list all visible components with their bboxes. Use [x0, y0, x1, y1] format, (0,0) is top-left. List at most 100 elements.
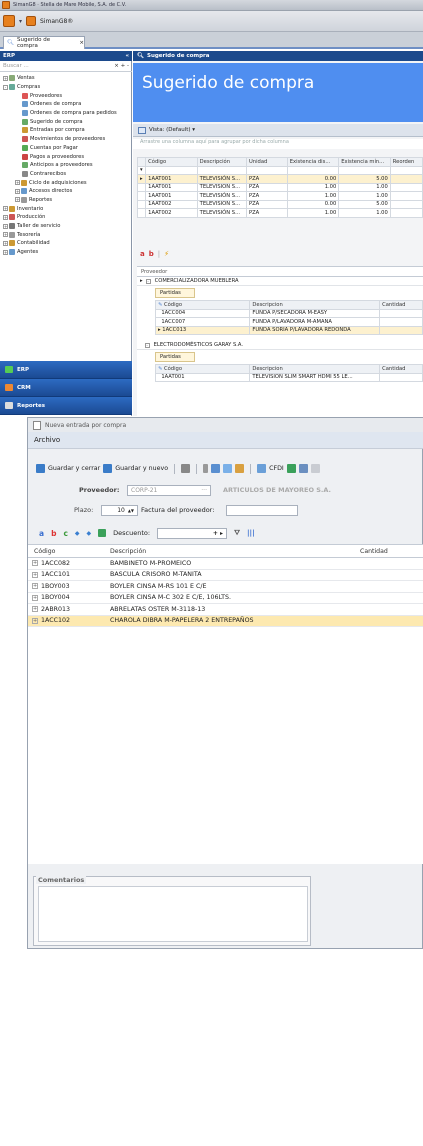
expand-icon[interactable]: + — [32, 560, 38, 567]
filter-icon[interactable]: ⛛ — [234, 529, 240, 538]
nav-tree-item[interactable]: Ordenes de compra para pedidos — [0, 109, 132, 118]
nav-tree-item[interactable]: + Taller de servicio — [0, 222, 132, 231]
column-header[interactable]: Cantidad — [379, 364, 423, 374]
table-row[interactable]: 1AAT002 TELEVISIÓN S... PZA 0.00 5.00 — [136, 199, 423, 209]
table-row[interactable]: +1ACC101 BASCULA CRISORO M-TANITA — [28, 570, 423, 581]
comments-textarea[interactable] — [38, 886, 308, 942]
menu-archivo[interactable]: Archivo — [34, 436, 60, 444]
expand-icon[interactable]: + — [3, 214, 8, 220]
nav-tree-item[interactable]: + Ventas — [0, 74, 132, 83]
nav-tree-item[interactable]: + Contabilidad — [0, 239, 132, 248]
expand-icon[interactable]: + — [3, 232, 8, 238]
nav-tree-item[interactable]: Proveedores — [0, 91, 132, 100]
nav-tree-item[interactable]: + Inventario — [0, 204, 132, 213]
table-row[interactable]: 1AAT002 TELEVISIÓN S... PZA 1.00 1.00 — [136, 208, 423, 218]
filter-row[interactable]: ▾ — [136, 165, 423, 175]
expand-icon[interactable]: + — [3, 240, 8, 246]
table-row[interactable]: +1BOY004 BOYLER CINSA M-C 302 E C/E, 106L… — [28, 593, 423, 604]
nav-tree-item[interactable]: + Tesorería — [0, 230, 132, 239]
spin-icon[interactable]: ▲▼ — [128, 508, 134, 513]
expand-icon[interactable]: + — [32, 606, 38, 613]
nav-tree-item[interactable]: Movimientos de proveedores — [0, 135, 132, 144]
table-row[interactable]: +2ABR013 ABRELATAS OSTER M-3118-13 — [28, 604, 423, 616]
save-new-button[interactable]: Guardar y nuevo — [103, 464, 168, 473]
expand-icon[interactable]: + — [32, 594, 38, 601]
column-header[interactable]: Existencia dis... — [286, 157, 340, 167]
nav-search[interactable]: Buscar ... × + - — [0, 61, 132, 72]
attach-icon[interactable] — [203, 464, 209, 473]
column-header[interactable]: Existencia mín... — [338, 157, 391, 167]
provider-group-row[interactable]: ▸ - COMERCIALIZADORA MUEBLERA — [137, 277, 423, 286]
tab-sugerido-de-compra[interactable]: 🔍︎ Sugerido de compra × — [3, 36, 85, 49]
column-header[interactable]: Descripción — [196, 157, 248, 167]
nav-tree-item[interactable]: Anticipos a proveedores — [0, 161, 132, 170]
import-icon[interactable] — [286, 464, 296, 473]
diamond-icon[interactable]: ◆ — [75, 530, 80, 537]
nav-tree-item[interactable]: + Ciclo de adquisiciones — [0, 178, 132, 187]
filter-b-button[interactable]: b — [51, 529, 56, 538]
table-row[interactable]: 1AAT001 TELEVISIÓN S... PZA 1.00 1.00 — [136, 191, 423, 201]
expand-icon[interactable]: + — [32, 571, 38, 578]
column-header[interactable]: Código — [145, 157, 198, 167]
table-row[interactable]: ▸ 1ACC013 FUNDA SORIA P/LAVADORA REDONDA — [154, 325, 423, 335]
close-icon[interactable]: × — [79, 40, 84, 46]
collapse-icon[interactable]: - — [144, 342, 150, 348]
ellipsis-icon[interactable]: ··· — [201, 487, 207, 494]
expand-icon[interactable]: + — [3, 249, 8, 255]
window-icon[interactable] — [223, 464, 233, 473]
nav-tree-item[interactable]: Entradas por compra — [0, 126, 132, 135]
provider-group-row[interactable]: - ELECTRODOMÉSTICOS GARAY S.A. — [137, 341, 423, 350]
view-selector[interactable]: Vista: (Default) ▾ — [133, 124, 423, 137]
nav-tree-item[interactable]: + Reportes — [0, 196, 132, 205]
plazo-stepper[interactable]: 10 ▲▼ — [101, 504, 138, 516]
print-icon[interactable] — [298, 464, 308, 473]
expand-icon[interactable]: + — [3, 75, 8, 81]
nav-tree-item[interactable]: + Agentes — [0, 248, 132, 257]
expand-icon[interactable]: - — [3, 84, 8, 90]
expand-icon[interactable]: + — [32, 583, 38, 590]
org-chart-icon[interactable] — [181, 464, 191, 473]
app-menu-button[interactable] — [3, 15, 15, 27]
expand-icon[interactable]: + — [3, 206, 8, 212]
invoice-input[interactable] — [226, 504, 298, 516]
nav-tree-item[interactable]: Contrarecibos — [0, 170, 132, 179]
import-icon[interactable] — [98, 529, 107, 537]
column-header[interactable]: ✎ Código — [154, 364, 251, 374]
tab-partidas[interactable]: Partidas — [155, 352, 195, 362]
table-row[interactable]: ▸ 1AAT001 TELEVISIÓN S... PZA 0.00 5.00 — [136, 174, 423, 184]
quick-access-dropdown-icon[interactable]: ▾ — [19, 18, 22, 25]
barcode-icon[interactable]: ||| — [247, 529, 255, 537]
table-row[interactable]: +1ACC082 BAMBINETO M-PROMEICO — [28, 558, 423, 570]
nav-search-input[interactable]: Buscar ... — [3, 63, 29, 69]
expand-icon[interactable]: + — [15, 197, 20, 203]
nav-tree-item[interactable]: Cuentas por Pagar — [0, 144, 132, 153]
tab-partidas[interactable]: Partidas — [155, 288, 195, 298]
cfdi-button[interactable]: CFDI — [257, 464, 284, 473]
chart-icon[interactable] — [211, 464, 221, 473]
expand-icon[interactable]: + — [15, 180, 20, 186]
nav-tree-item[interactable]: + Producción — [0, 213, 132, 222]
collapse-icon[interactable]: - — [145, 278, 151, 284]
diamond-alt-icon[interactable]: ◆ — [87, 530, 92, 537]
table-row[interactable]: 1AAT001 TELEVISIÓN S... PZA 1.00 1.00 — [136, 182, 423, 192]
column-header[interactable]: Descripcion — [249, 364, 381, 374]
column-header[interactable]: Descripcion — [249, 300, 381, 310]
column-header[interactable]: Código — [28, 548, 110, 555]
filter-a-button[interactable]: a — [39, 529, 44, 538]
expand-icon[interactable]: + — [32, 617, 38, 624]
column-header[interactable]: Cantidad — [379, 300, 423, 310]
table-row[interactable]: 1AAT001 TELEVISIÓN SLIM SMART HDMI 55 LE.… — [154, 372, 423, 382]
module-button-crm[interactable]: CRM — [0, 379, 132, 397]
table-row[interactable]: +1BOY003 BOYLER CINSA M-RS 101 E C/E — [28, 581, 423, 593]
nav-tree-item[interactable]: - Compras — [0, 83, 132, 92]
filter-c-button[interactable]: c — [63, 529, 67, 538]
lightning-icon[interactable]: ⚡ — [164, 250, 169, 258]
app-name-button[interactable]: SimanG8® — [40, 18, 73, 25]
filter-a-button[interactable]: a — [140, 250, 145, 258]
column-header[interactable]: Descripción — [110, 548, 360, 555]
save-close-button[interactable]: Guardar y cerrar — [36, 464, 100, 473]
nav-tree-item[interactable]: Pagos a proveedores — [0, 152, 132, 161]
table-row[interactable]: 1ACC007 FUNDA P/LAVADORA M-AMANA — [154, 317, 423, 327]
provider-code-input[interactable]: CORP-21 ··· — [127, 484, 211, 496]
expand-icon[interactable]: + — [15, 188, 20, 194]
